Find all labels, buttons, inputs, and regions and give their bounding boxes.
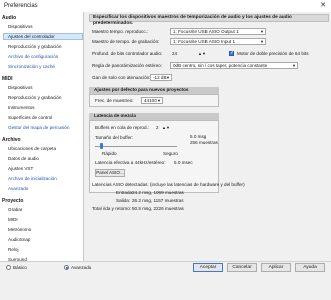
sidebar-item[interactable]: MIDI [8, 217, 18, 222]
asio-latency-title: Latencias ASIO detectadas: (incluye las … [92, 182, 245, 187]
fast-label: Rápido [102, 151, 117, 156]
buffers-label: Buffers en cola de reprod.: [95, 125, 150, 130]
sidebar-section-title[interactable]: MIDI [2, 76, 13, 82]
sidebar-item[interactable]: Archivo de inicialización [8, 176, 57, 181]
chevron-down-icon: ▼ [260, 29, 264, 34]
input-latency-value: 24.2 msg, 1069 muestras [132, 190, 184, 195]
chevron-down-icon: ▼ [157, 98, 161, 103]
master-playback-value: 1: Focusrite USB ASIO Output 1 [173, 29, 239, 34]
sidebar: Audio Dispositivos Ajustes del controlador… [0, 12, 84, 261]
effective-latency-value: 5.0 msec [174, 160, 193, 165]
sidebar-section-title[interactable]: Proyecto [2, 198, 23, 204]
page-header: Especificar los dispositivos maestros de… [89, 14, 329, 26]
close-icon[interactable]: ✕ [320, 1, 326, 9]
bit-depth-label: Profund. de bits controlador audio: [92, 51, 163, 56]
sidebar-item[interactable]: Ajustes del controlador [3, 33, 83, 40]
accept-button[interactable]: Aceptar [193, 263, 223, 272]
asio-panel-button[interactable]: Panel ASIO... [95, 169, 125, 177]
buffers-value[interactable]: 2 [156, 125, 159, 130]
chevron-down-icon: ▼ [292, 63, 296, 68]
main-panel: Especificar los dispositivos maestros de… [86, 12, 331, 261]
sidebar-section-title[interactable]: Audio [2, 15, 16, 21]
defaults-group-title: Ajustes por defecto para nuevos proyecto… [89, 87, 219, 94]
sidebar-item[interactable]: Ubicaciones de carpeta [8, 146, 56, 151]
bit-depth-value[interactable]: 24 [172, 51, 177, 56]
total-latency-value: 50.5 msg, 2226 muestras [132, 206, 184, 211]
chevron-down-icon: ▼ [166, 75, 170, 80]
input-latency-label: Entrada: [116, 190, 134, 195]
safe-label: Seguro [163, 151, 178, 156]
sidebar-item[interactable]: Superficies de control [8, 115, 52, 120]
output-latency-value: 26.2 msg, 1157 muestras [132, 198, 184, 203]
spinner-icon[interactable]: ▲▼ [162, 125, 170, 130]
preferences-window: Preferencias ✕ Audio Dispositivos Ajustes … [0, 0, 331, 300]
cancel-button[interactable]: Cancelar [227, 263, 257, 272]
sample-rate-label: Frec. de muestreo: [95, 98, 134, 103]
gain-dropdown[interactable]: -12 dB ▼ [150, 74, 172, 81]
sample-rate-value: 44100 [144, 98, 157, 103]
latency-group-title: Latencia de mezcla [89, 113, 219, 120]
sidebar-item[interactable]: Avanzado [8, 186, 28, 191]
sidebar-item[interactable]: Reloj [8, 247, 18, 252]
sidebar-item[interactable]: Instrumentos [8, 105, 35, 110]
buffer-size-label: Tamaño del buffer: [95, 135, 133, 140]
advanced-label: Avanzado [71, 265, 92, 270]
title-bar: Preferencias ✕ [0, 0, 331, 12]
master-record-dropdown[interactable]: 1: Focusrite USB ASIO Input 1 ▼ [170, 38, 266, 45]
basic-radio[interactable] [6, 265, 11, 270]
master-record-label: Maestro de tempo. de grabación: [92, 39, 160, 44]
double-precision-label: Motor de doble precisión de 64 bits [237, 51, 309, 56]
sample-rate-dropdown[interactable]: 44100 ▼ [141, 97, 163, 104]
effective-latency-label: Latencia efectiva a 44kHz/estéreo: [95, 160, 166, 165]
output-latency-label: Salida: [116, 198, 131, 203]
pan-rule-label: Regla de panorámización estéreo: [92, 63, 162, 68]
total-latency-label: Total i/da y retorno: [92, 206, 132, 211]
buffer-size-slider-thumb[interactable] [100, 143, 103, 149]
gain-label: Gan de solo con atenuación: [92, 75, 151, 80]
sidebar-item[interactable]: Archivo de configuración [8, 54, 58, 59]
sidebar-item[interactable]: Datos de audio [8, 156, 39, 161]
sidebar-item[interactable]: Dispositivos [8, 85, 33, 90]
sidebar-item[interactable]: Sincronización y caché [8, 64, 55, 69]
sidebar-item[interactable]: Reproducción y grabación [8, 95, 61, 100]
chevron-down-icon: ▼ [260, 39, 264, 44]
advanced-radio[interactable] [64, 265, 69, 270]
gain-value: -12 dB [153, 75, 167, 80]
apply-button[interactable]: Aplicar [261, 263, 291, 272]
sidebar-item[interactable]: Dispositivos [8, 24, 33, 29]
buffer-ms: 5.0 msg [190, 134, 207, 139]
buffer-size-slider[interactable] [95, 146, 177, 147]
help-button[interactable]: Ayuda [295, 263, 325, 272]
double-precision-checkbox[interactable] [229, 50, 234, 56]
master-playback-label: Maestro tempo. reproducc.: [92, 29, 149, 34]
master-record-value: 1: Focusrite USB ASIO Input 1 [173, 39, 236, 44]
sidebar-item[interactable]: Grabar [8, 207, 22, 212]
basic-label: Básico [13, 265, 27, 270]
master-playback-dropdown[interactable]: 1: Focusrite USB ASIO Output 1 ▼ [170, 28, 266, 35]
pan-rule-dropdown[interactable]: 0dB centro, sin / cos taper, potencia co… [170, 62, 298, 69]
pan-rule-value: 0dB centro, sin / cos taper, potencia co… [173, 63, 268, 68]
sidebar-item[interactable]: AudioSnap [8, 237, 30, 242]
sidebar-item[interactable]: Reproducción y grabación [8, 44, 61, 49]
sidebar-item[interactable]: Metrónomo [8, 227, 31, 232]
sidebar-section-title[interactable]: Archivo [2, 137, 21, 143]
buffer-samples: 256 muestras [190, 140, 218, 145]
spinner-icon[interactable]: ▲▼ [198, 51, 206, 56]
sidebar-item[interactable]: Gestor del mapa de percusión [8, 125, 70, 130]
sidebar-item[interactable]: Ajustes VST [8, 166, 33, 171]
window-title: Preferencias [4, 3, 38, 9]
